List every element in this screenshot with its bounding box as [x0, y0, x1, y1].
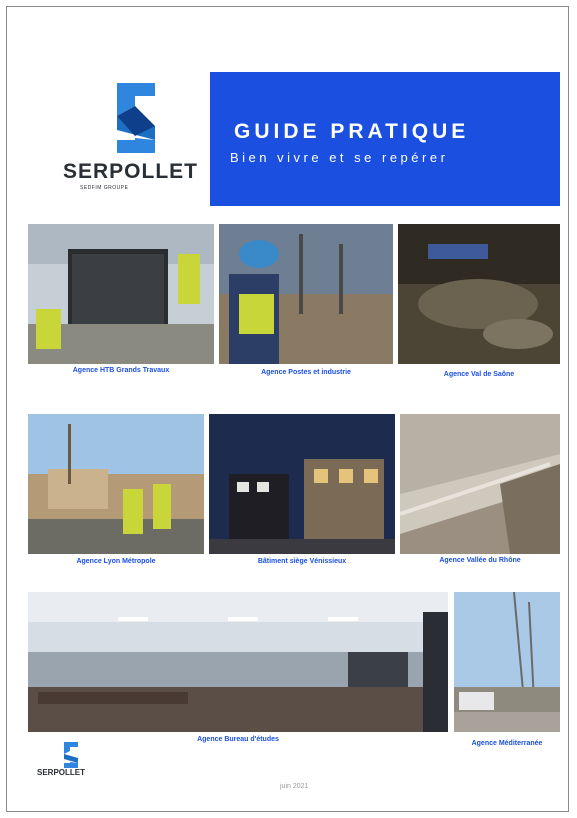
logo-wordmark-small: SERPOLLET — [37, 768, 86, 777]
photo-caption: Agence Val de Saône — [443, 371, 515, 378]
photo-caption: Agence HTB Grands Travaux — [72, 367, 170, 374]
serpollet-logo-small — [36, 740, 108, 792]
logo-wordmark: SERPOLLET — [63, 160, 199, 183]
logo-s-mark-icon — [64, 742, 78, 768]
photo-bureau-etudes — [28, 592, 448, 732]
logo-s-mark-icon — [117, 83, 155, 153]
photo-caption: Agence Lyon Métropole — [76, 558, 156, 565]
photo-caption: Agence Vallée du Rhône — [439, 557, 521, 564]
photo-caption: Agence Méditerranée — [471, 740, 543, 747]
photo-htb-grands-travaux — [28, 224, 214, 364]
photo-postes-industrie — [219, 224, 393, 364]
photo-mediterranee — [454, 592, 560, 732]
logo-group-label: SEDFIM GROUPE — [80, 185, 129, 191]
photo-val-de-saone — [398, 224, 560, 364]
publication-date: juin 2021 — [280, 783, 309, 790]
photo-caption: Agence Postes et industrie — [261, 369, 351, 376]
page-title: GUIDE PRATIQUE — [234, 120, 470, 143]
photo-lyon-metropole — [28, 414, 204, 554]
photo-vallee-du-rhone — [400, 414, 560, 554]
photo-caption: Bâtiment siège Vénissieux — [257, 558, 347, 565]
page-subtitle: Bien vivre et se repérer — [230, 150, 449, 165]
photo-batiment-siege — [209, 414, 395, 554]
title-banner: GUIDE PRATIQUE Bien vivre et se repérer — [210, 72, 560, 206]
serpollet-logo — [55, 78, 205, 208]
